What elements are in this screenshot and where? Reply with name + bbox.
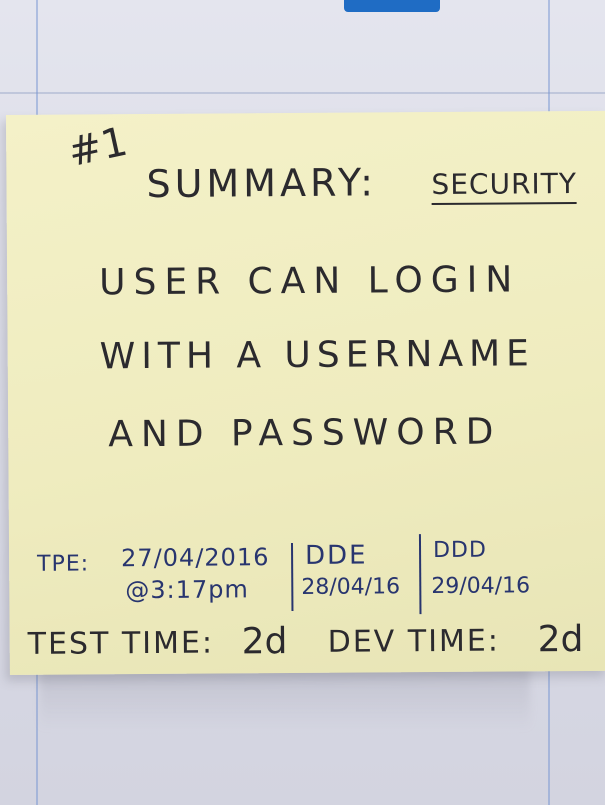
dde-date: 28/04/16	[301, 574, 401, 600]
column-divider	[290, 543, 294, 612]
column-divider	[418, 534, 422, 615]
sticky-note: #1 SUMMARY: SECURITY USER CAN LOGIN WITH…	[6, 110, 605, 675]
test-time-label: TEST TIME:	[27, 625, 215, 662]
dev-time-label: DEV TIME:	[327, 623, 501, 660]
board-grid-line	[0, 92, 605, 94]
story-line: WITH A USERNAME	[99, 333, 535, 378]
story-line: AND PASSWORD	[108, 411, 502, 456]
ddd-label: DDD	[432, 537, 487, 564]
dde-label: DDE	[304, 540, 368, 571]
ticket-number: #1	[63, 118, 132, 177]
blue-tape	[344, 0, 440, 12]
test-time-value: 2d	[241, 621, 288, 663]
ddd-date: 29/04/16	[431, 573, 531, 600]
summary-label: SUMMARY:	[146, 160, 378, 207]
photo-scene: #1 SUMMARY: SECURITY USER CAN LOGIN WITH…	[0, 0, 605, 805]
tpe-date: 27/04/2016	[120, 543, 270, 573]
tpe-time: @3:17pm	[125, 575, 249, 605]
tpe-label: TPE:	[37, 551, 90, 577]
dev-time-value: 2d	[537, 618, 584, 661]
summary-category: SECURITY	[431, 167, 578, 206]
story-line: USER CAN LOGIN	[99, 259, 521, 304]
